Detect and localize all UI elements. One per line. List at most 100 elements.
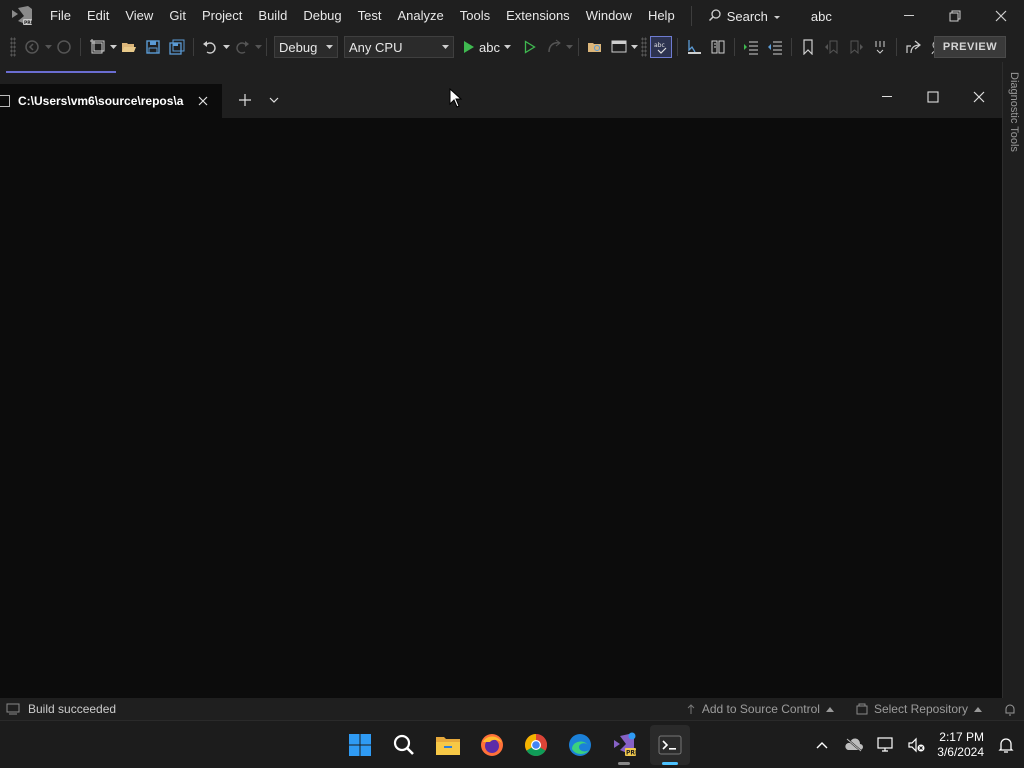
chevron-down-icon[interactable] (222, 36, 230, 58)
onedrive-button[interactable] (837, 721, 871, 768)
chevron-down-icon[interactable] (254, 36, 262, 58)
status-build[interactable]: Build succeeded (6, 702, 116, 716)
terminal-title-bar[interactable]: C:\Users\vm6\source\repos\a (0, 78, 1002, 118)
terminal-content-area[interactable] (0, 118, 1002, 702)
menu-debug[interactable]: Debug (295, 0, 349, 32)
next-bookmark-button[interactable] (845, 36, 867, 58)
menu-view[interactable]: View (117, 0, 161, 32)
previous-bookmark-button[interactable] (821, 36, 843, 58)
volume-muted-icon (908, 737, 925, 753)
svg-text:abc: abc (654, 42, 665, 49)
menu-git[interactable]: Git (161, 0, 194, 32)
maximize-icon (927, 91, 939, 103)
terminal-tab[interactable]: C:\Users\vm6\source\repos\a (0, 84, 222, 118)
terminal-minimize-button[interactable] (864, 78, 910, 116)
file-explorer-icon (436, 737, 460, 755)
menu-build[interactable]: Build (250, 0, 295, 32)
layout-inspect-button[interactable] (707, 36, 729, 58)
menu-extensions[interactable]: Extensions (498, 0, 578, 32)
increase-indent-button[interactable] (740, 36, 762, 58)
terminal-taskbar-button[interactable] (650, 725, 690, 765)
select-repository-button[interactable]: Select Repository (856, 702, 982, 716)
new-project-button[interactable] (86, 36, 108, 58)
visual-studio-button[interactable]: PRE (604, 725, 644, 765)
toolbar-grip[interactable] (640, 37, 647, 57)
open-in-file-explorer-button[interactable] (584, 36, 606, 58)
source-control-label: Add to Source Control (701, 702, 820, 716)
vs-window-controls (886, 0, 1024, 32)
open-file-button[interactable] (118, 36, 140, 58)
search-icon (393, 734, 414, 755)
solution-explorer-button[interactable] (608, 36, 630, 58)
solution-configuration-select[interactable]: Debug (274, 36, 338, 58)
menu-edit[interactable]: Edit (79, 0, 117, 32)
start-without-debugging-button[interactable] (519, 36, 541, 58)
close-button[interactable] (978, 0, 1024, 32)
undo-button[interactable] (199, 36, 221, 58)
chrome-button[interactable] (516, 725, 556, 765)
live-share-button[interactable] (902, 36, 924, 58)
menu-help[interactable]: Help (640, 0, 683, 32)
save-all-icon (169, 39, 185, 55)
close-tab-button[interactable] (192, 90, 214, 112)
terminal-close-button[interactable] (956, 78, 1002, 116)
firefox-button[interactable] (472, 725, 512, 765)
menu-tools[interactable]: Tools (452, 0, 498, 32)
start-button[interactable] (340, 725, 380, 765)
menu-test[interactable]: Test (350, 0, 390, 32)
start-debugging-button[interactable]: abc (463, 40, 511, 55)
show-hidden-icons-button[interactable] (807, 721, 837, 768)
file-explorer-button[interactable] (428, 725, 468, 765)
new-tab-button[interactable] (232, 88, 258, 112)
add-to-source-control-button[interactable]: Add to Source Control (686, 702, 834, 716)
toolbar-grip[interactable] (10, 37, 16, 57)
preview-badge[interactable]: PREVIEW (934, 36, 1006, 58)
mouse-cursor-icon (449, 88, 463, 108)
hot-reload-button[interactable] (543, 36, 565, 58)
visual-studio-logo-icon[interactable]: PRE (10, 6, 34, 26)
spell-check-button[interactable]: abc (649, 36, 672, 58)
menu-project[interactable]: Project (194, 0, 250, 32)
menu-file[interactable]: File (42, 0, 79, 32)
diagnostic-tools-tab[interactable]: Diagnostic Tools (1003, 72, 1024, 152)
new-tab-dropdown-button[interactable] (262, 88, 286, 112)
decrease-indent-button[interactable] (764, 36, 786, 58)
navigate-back-button[interactable] (21, 36, 43, 58)
save-all-button[interactable] (166, 36, 188, 58)
menu-analyze[interactable]: Analyze (389, 0, 451, 32)
play-outline-icon (524, 40, 536, 54)
select-element-button[interactable] (683, 36, 705, 58)
toggle-bookmark-button[interactable] (797, 36, 819, 58)
clear-bookmarks-button[interactable] (869, 36, 891, 58)
redo-button[interactable] (231, 36, 253, 58)
save-button[interactable] (142, 36, 164, 58)
arrow-up-icon (687, 704, 695, 714)
clock-button[interactable]: 2:17 PM 3/6/2024 (931, 730, 992, 760)
layout-icon (711, 40, 725, 54)
edge-button[interactable] (560, 725, 600, 765)
chevron-down-icon[interactable] (109, 36, 117, 58)
taskbar-search-button[interactable] (384, 725, 424, 765)
chevron-up-icon (974, 706, 982, 712)
chevron-down-icon[interactable] (631, 36, 639, 58)
restore-button[interactable] (932, 0, 978, 32)
vs-search-button[interactable]: Search (700, 0, 789, 32)
volume-button[interactable] (901, 721, 931, 768)
toolbar-separator (266, 38, 267, 56)
svg-text:PRE: PRE (24, 20, 34, 26)
network-button[interactable] (871, 721, 901, 768)
terminal-maximize-button[interactable] (910, 78, 956, 116)
undo-icon (203, 41, 216, 54)
notification-center-button[interactable] (992, 721, 1020, 768)
solution-platform-select[interactable]: Any CPU (344, 36, 454, 58)
bookmark-icon (803, 39, 813, 55)
chevron-down-icon[interactable] (44, 36, 52, 58)
share-icon (906, 40, 921, 54)
notifications-button[interactable] (1004, 703, 1016, 716)
menu-window[interactable]: Window (578, 0, 640, 32)
chevron-down-icon[interactable] (566, 36, 574, 58)
play-icon (464, 41, 474, 53)
minimize-button[interactable] (886, 0, 932, 32)
navigate-forward-button[interactable] (53, 36, 75, 58)
toolbar-separator (895, 38, 897, 56)
